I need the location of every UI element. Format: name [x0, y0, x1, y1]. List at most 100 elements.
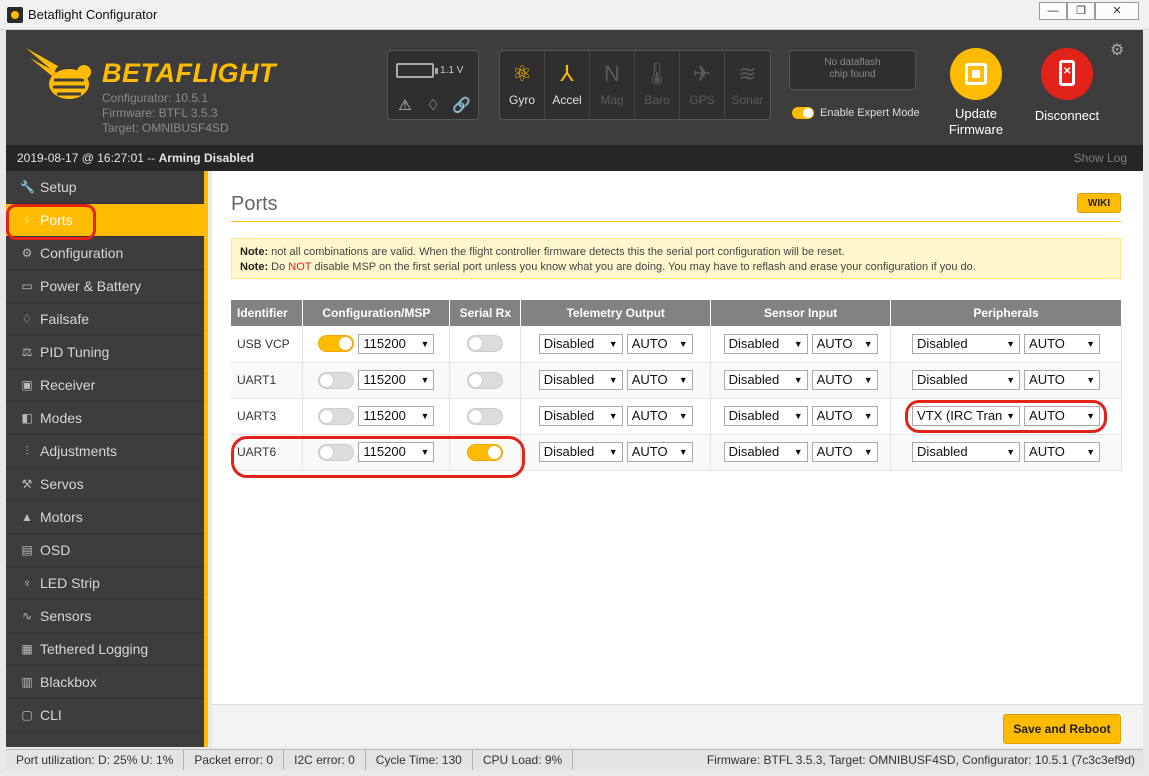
sidebar-item-configuration[interactable]: ⚙ Configuration [6, 237, 204, 270]
peripherals-cell: DisabledAUTO [890, 326, 1122, 363]
usb-disconnect-icon [1041, 48, 1093, 100]
window-titlebar: Betaflight Configurator — ❐ ✕ [0, 0, 1149, 30]
annotation-ports-highlight [6, 204, 96, 240]
sensor-baud-select[interactable]: AUTO [811, 406, 878, 426]
dataflash-line2: chip found [829, 69, 876, 80]
sensor-baud-select[interactable]: AUTO [811, 333, 878, 354]
target-name: Target: OMNIBUSF4SD [102, 121, 229, 135]
column-header: Serial Rx [449, 300, 522, 326]
peripheral-baud-select[interactable]: AUTO [1024, 370, 1101, 390]
parachute-icon: ♢ [21, 312, 33, 326]
sidebar-item-label: Setup [40, 179, 77, 195]
disconnect-label: Disconnect [1034, 108, 1100, 123]
disconnect-button[interactable]: Disconnect [1028, 48, 1106, 123]
peripheral-baud-select[interactable]: AUTO [1024, 333, 1101, 354]
serial-rx-cell [449, 398, 522, 435]
telemetry-baud-select[interactable]: AUTO [626, 442, 693, 462]
note-warning-word: NOT [288, 261, 312, 273]
sensor-select[interactable]: Disabled [723, 370, 808, 390]
msp-baud-select[interactable]: 115200 [358, 333, 435, 354]
column-header: Sensor Input [710, 300, 892, 326]
table-row: USB VCP115200DisabledAUTODisabledAUTODis… [231, 326, 1122, 363]
sidebar-item-modes[interactable]: ◧ Modes [6, 402, 204, 435]
sidebar-item-tethered-logging[interactable]: ▦ Tethered Logging [6, 633, 204, 666]
note-text: not all combinations are valid. When the… [268, 246, 845, 258]
sensor-baro: 🌡 Baro [635, 51, 680, 119]
telemetry-baud-select[interactable]: AUTO [626, 333, 693, 354]
msp-toggle[interactable] [318, 335, 355, 353]
serial-rx-cell [449, 326, 522, 363]
sidebar-item-sensors[interactable]: ∿ Sensors [6, 600, 204, 633]
msp-toggle[interactable] [318, 407, 355, 425]
sidebar-item-blackbox[interactable]: ▥ Blackbox [6, 666, 204, 699]
column-header: Peripherals [890, 300, 1122, 326]
battery-voltage: 1.1 V [440, 65, 464, 76]
sidebar-item-led-strip[interactable]: ♆ LED Strip [6, 567, 204, 600]
sensor-select[interactable]: Disabled [723, 406, 808, 426]
note-line-2: Note: Do NOT disable MSP on the first se… [240, 260, 1112, 275]
msp-baud-select[interactable]: 115200 [358, 406, 435, 426]
battery-panel: 1.1 V ⚠ ♢ 🔗 [387, 50, 479, 120]
cpu-load: CPU Load: 9% [473, 750, 574, 770]
maximize-button[interactable]: ❐ [1067, 2, 1095, 20]
telemetry-select[interactable]: Disabled [538, 406, 623, 426]
serial-rx-toggle[interactable] [467, 407, 504, 425]
sidebar-item-setup[interactable]: 🔧 Setup [6, 171, 204, 204]
column-header: Identifier [231, 300, 304, 326]
sidebar-item-receiver[interactable]: ▣ Receiver [6, 369, 204, 402]
telemetry-baud-select[interactable]: AUTO [626, 406, 693, 426]
sidebar-item-cli[interactable]: ▢ CLI [6, 699, 204, 732]
sidebar-item-failsafe[interactable]: ♢ Failsafe [6, 303, 204, 336]
parachute-icon: ♢ [426, 97, 440, 114]
sensor-sonar: ≋ Sonar [725, 51, 770, 119]
sensor-label: Gyro [508, 93, 535, 107]
sensor-cell: DisabledAUTO [710, 362, 892, 399]
telemetry-select[interactable]: Disabled [538, 442, 623, 462]
peripheral-baud-select[interactable]: AUTO [1024, 442, 1101, 462]
save-and-reboot-button[interactable]: Save and Reboot [1003, 714, 1121, 744]
sidebar-item-servos[interactable]: ⚒ Servos [6, 468, 204, 501]
sensor-mag: N Mag [590, 51, 635, 119]
sensor-baud-select[interactable]: AUTO [811, 442, 878, 462]
expert-mode-switch[interactable]: Enable Expert Mode [792, 107, 920, 119]
telemetry-select[interactable]: Disabled [538, 370, 623, 390]
wiki-button[interactable]: WIKI [1077, 193, 1121, 213]
dataflash-line1: No dataflash [824, 57, 881, 68]
note-text: Do [268, 261, 289, 273]
port-identifier: USB VCP [231, 326, 304, 363]
baro-icon: 🌡 [643, 61, 671, 86]
show-log-link[interactable]: Show Log [1074, 145, 1127, 171]
settings-gear-icon[interactable]: ⚙ [1110, 40, 1124, 60]
peripheral-select[interactable]: Disabled [912, 333, 1021, 354]
telemetry-baud-select[interactable]: AUTO [626, 370, 693, 390]
sidebar-item-label: CLI [40, 707, 62, 723]
sidebar-item-label: Modes [40, 410, 83, 426]
sidebar-item-power-battery[interactable]: ▭ Power & Battery [6, 270, 204, 303]
sensor-cell: DisabledAUTO [710, 326, 892, 363]
sensor-baud-select[interactable]: AUTO [811, 370, 878, 390]
msp-toggle[interactable] [318, 371, 355, 389]
window-title: Betaflight Configurator [28, 7, 158, 22]
minimize-button[interactable]: — [1039, 2, 1067, 20]
sidebar-item-motors[interactable]: ▲ Motors [6, 501, 204, 534]
ports-note: Note: not all combinations are valid. Wh… [231, 238, 1121, 279]
peripheral-select[interactable]: Disabled [912, 442, 1021, 462]
sensor-select[interactable]: Disabled [723, 333, 808, 354]
serial-rx-toggle[interactable] [467, 371, 504, 389]
update-firmware-button[interactable]: Update Firmware [936, 48, 1016, 138]
table-header-row: Identifier Configuration/MSP Serial Rx T… [231, 300, 1122, 326]
sensor-select[interactable]: Disabled [723, 442, 808, 462]
expert-mode-toggle[interactable] [792, 107, 814, 119]
table-row: UART1115200DisabledAUTODisabledAUTODisab… [231, 362, 1122, 399]
telemetry-select[interactable]: Disabled [538, 333, 623, 354]
msp-baud-select[interactable]: 115200 [358, 370, 435, 390]
sidebar-item-osd[interactable]: ▤ OSD [6, 534, 204, 567]
sidebar-nav: 🔧 Setup ⚡ Ports ⚙ Configuration ▭ Power & Ba… [6, 171, 208, 747]
peripheral-select[interactable]: Disabled [912, 370, 1021, 390]
serial-rx-toggle[interactable] [467, 335, 504, 353]
sensor-panel: ⚛ Gyro ⅄ Accel N Mag 🌡 Baro ✈ GPS ≋ Sona… [499, 50, 771, 120]
close-button[interactable]: ✕ [1095, 2, 1139, 20]
sidebar-item-adjustments[interactable]: ⫶ Adjustments [6, 435, 204, 468]
sidebar-item-pid-tuning[interactable]: ⚖ PID Tuning [6, 336, 204, 369]
update-label-1: Update [955, 106, 997, 121]
